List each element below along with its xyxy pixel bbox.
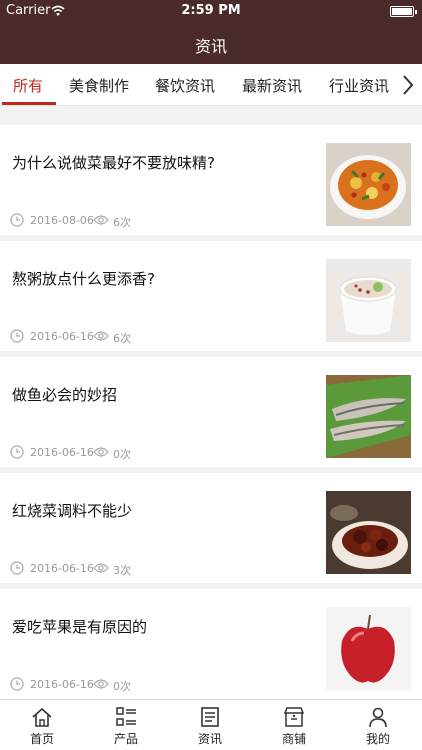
chevron-right-icon[interactable]: [398, 72, 418, 98]
clock-time: 2:59 PM: [181, 3, 241, 18]
list-item[interactable]: 爱吃苹果是有原因的 2016-06-16 0次: [0, 589, 422, 699]
article-date: 2016-06-16: [30, 446, 94, 459]
article-title: 做鱼必会的妙招: [12, 386, 118, 404]
fish-on-leaf-image: [326, 375, 411, 458]
tabbar-item-home[interactable]: 首页: [0, 700, 84, 750]
tab-latest-news[interactable]: 最新资讯: [242, 75, 302, 96]
clock-icon: [10, 677, 24, 691]
eye-icon: [93, 331, 109, 341]
clock-icon: [10, 329, 24, 343]
article-date: 2016-06-16: [30, 562, 94, 575]
article-views: 6次: [113, 216, 131, 229]
tabbar-label: 资讯: [197, 732, 222, 746]
red-apple-image: [326, 607, 411, 690]
tabbar-item-products[interactable]: 产品: [84, 700, 168, 750]
page-title: 资讯: [194, 37, 227, 56]
home-icon: [32, 707, 52, 727]
eye-icon: [93, 679, 109, 689]
clock-icon: [10, 213, 24, 227]
tabbar-label: 产品: [113, 732, 138, 746]
bottom-tab-bar: 首页 产品 资讯 商铺 我的: [0, 699, 422, 750]
eye-icon: [93, 447, 109, 457]
list-item[interactable]: 做鱼必会的妙招 2016-06-16 0次: [0, 357, 422, 467]
status-bar: Carrier 2:59 PM: [0, 0, 422, 22]
list-item[interactable]: 红烧菜调料不能少 2016-06-16 3次: [0, 473, 422, 583]
tabbar-item-news[interactable]: 资讯: [168, 700, 252, 750]
list-item[interactable]: 熬粥放点什么更添香? 2016-06-16 6次: [0, 241, 422, 351]
tab-industry-news[interactable]: 行业资讯: [329, 75, 389, 96]
article-views: 0次: [113, 680, 131, 693]
tab-all[interactable]: 所有: [13, 75, 43, 96]
article-title: 爱吃苹果是有原因的: [12, 618, 148, 636]
article-date: 2016-06-16: [30, 678, 94, 691]
stir-fry-dish-image: [326, 143, 411, 226]
tabbar-label: 商铺: [281, 732, 306, 746]
tabbar-label: 首页: [29, 732, 54, 746]
shop-icon: [283, 707, 305, 727]
tab-dining-news[interactable]: 餐饮资讯: [155, 75, 215, 96]
navigation-bar: 资讯: [0, 22, 422, 64]
category-tabs: 所有 美食制作 餐饮资讯 最新资讯 行业资讯: [0, 64, 422, 106]
article-title: 红烧菜调料不能少: [12, 502, 133, 520]
article-date: 2016-08-06: [30, 214, 94, 227]
clock-icon: [10, 445, 24, 459]
list-item[interactable]: 为什么说做菜最好不要放味精? 2016-08-06 6次: [0, 125, 422, 235]
article-date: 2016-06-16: [30, 330, 94, 343]
article-views: 6次: [113, 332, 131, 345]
braised-meat-image: [326, 491, 411, 574]
person-icon: [369, 707, 387, 728]
tabbar-label: 我的: [365, 732, 390, 746]
tab-food-making[interactable]: 美食制作: [69, 75, 129, 96]
article-title: 熬粥放点什么更添香?: [12, 270, 155, 288]
grid-list-icon: [116, 707, 136, 726]
article-title: 为什么说做菜最好不要放味精?: [12, 154, 215, 172]
eye-icon: [93, 563, 109, 573]
document-icon: [201, 707, 219, 727]
eye-icon: [93, 215, 109, 225]
active-tab-indicator: [2, 102, 56, 105]
article-views: 3次: [113, 564, 131, 577]
battery-icon: [390, 6, 417, 17]
tabbar-item-shop[interactable]: 商铺: [252, 700, 336, 750]
tabbar-item-mine[interactable]: 我的: [336, 700, 420, 750]
congee-bowl-image: [326, 259, 411, 342]
clock-icon: [10, 561, 24, 575]
article-views: 0次: [113, 448, 131, 461]
